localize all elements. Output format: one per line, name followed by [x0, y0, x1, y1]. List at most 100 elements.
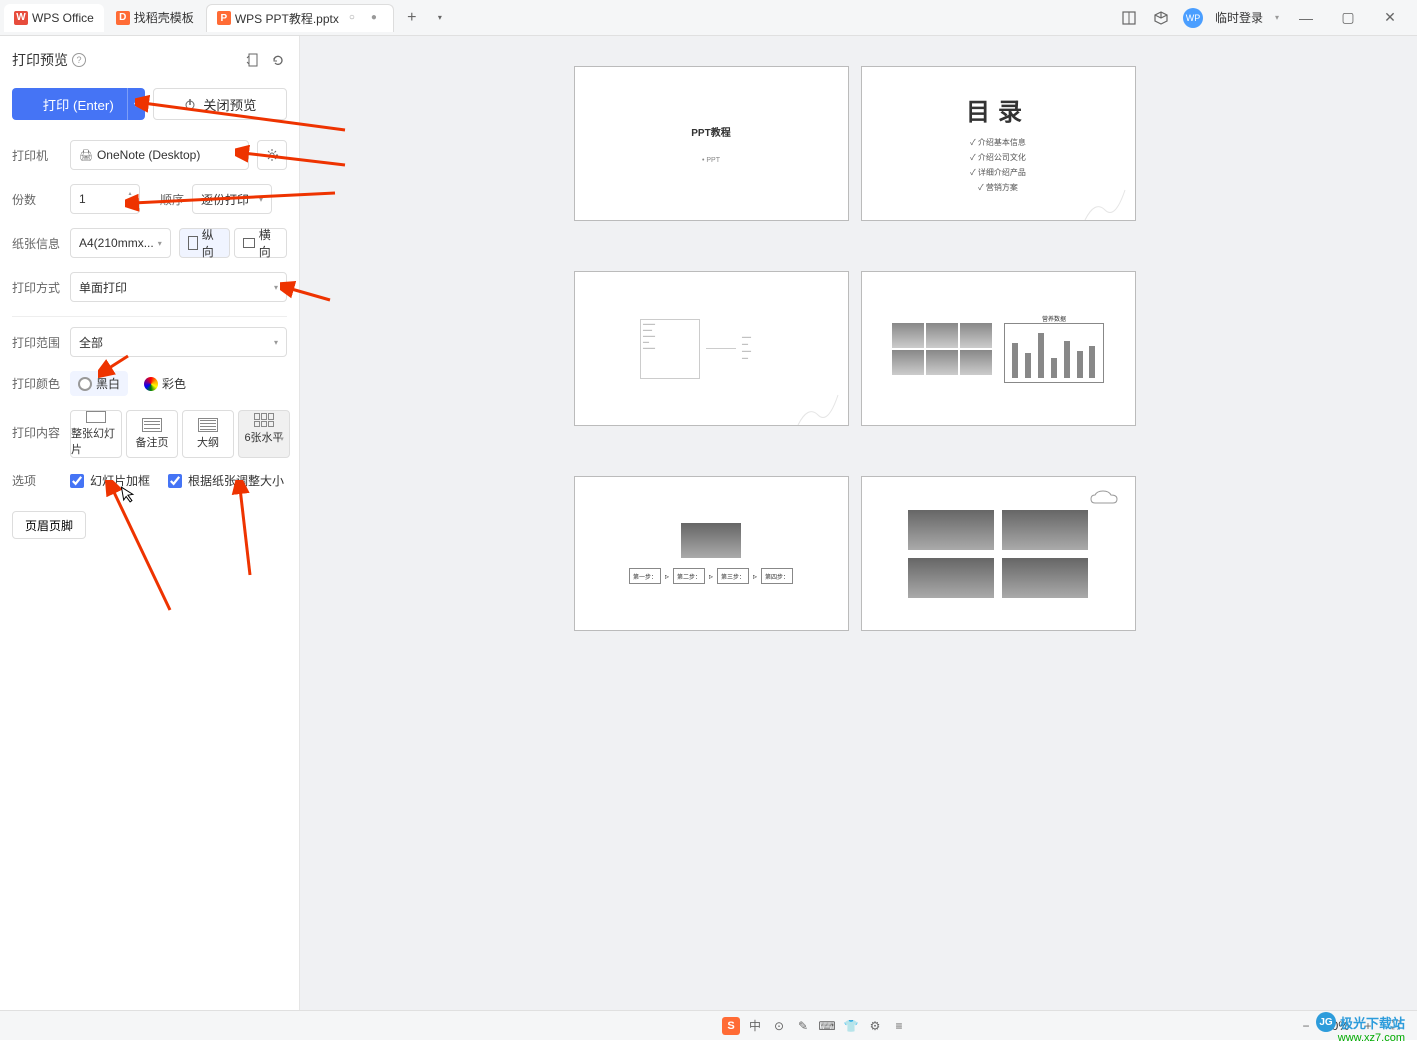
- tab-template[interactable]: D 找稻壳模板: [106, 4, 204, 32]
- chevron-down-icon: ▾: [236, 151, 240, 160]
- close-preview-button[interactable]: 关闭预览: [153, 88, 288, 120]
- image-grid: [908, 510, 1088, 598]
- slide-subtitle: • PPT: [702, 157, 720, 164]
- refresh-icon[interactable]: [269, 51, 287, 69]
- tab-wps-home[interactable]: W WPS Office: [4, 4, 104, 32]
- frame-slides-checkbox[interactable]: 幻灯片加框: [70, 472, 150, 489]
- preview-canvas[interactable]: PPT教程 • PPT 目录 ✓ 介绍基本信息 ✓ 介绍公司文化 ✓ 详细介绍产…: [300, 36, 1417, 1010]
- print-range-row: 打印范围 全部 ▾: [12, 327, 287, 357]
- slide-thumbnail-5: 第一步：▹ 第二步：▹ 第三步：▹ 第四步：: [574, 476, 849, 631]
- login-dropdown-icon[interactable]: ▾: [1275, 13, 1279, 22]
- fit-checkbox-input[interactable]: [168, 474, 182, 488]
- cube-icon[interactable]: [1151, 8, 1171, 28]
- page-row-3: 第一步：▹ 第二步：▹ 第三步：▹ 第四步：: [574, 476, 1144, 631]
- print-dropdown-icon[interactable]: ▾: [127, 88, 145, 120]
- ime-mode[interactable]: 中: [746, 1017, 764, 1035]
- bw-circle-icon: [78, 377, 92, 391]
- print-mode-select[interactable]: 单面打印 ▾: [70, 272, 287, 302]
- options-row: 选项 幻灯片加框 根据纸张调整大小: [12, 472, 287, 489]
- page-row-1: PPT教程 • PPT 目录 ✓ 介绍基本信息 ✓ 介绍公司文化 ✓ 详细介绍产…: [574, 66, 1144, 221]
- ppt-icon: P: [217, 11, 231, 25]
- help-icon[interactable]: ?: [72, 53, 86, 67]
- portrait-icon: [188, 236, 198, 250]
- paper-size-select[interactable]: A4(210mmx... ▾: [70, 228, 171, 258]
- copies-label: 份数: [12, 191, 62, 208]
- ime-icon-5[interactable]: ⚙: [866, 1017, 884, 1035]
- copies-up-button[interactable]: ▴: [123, 187, 137, 199]
- sogou-ime-icon[interactable]: S: [722, 1017, 740, 1035]
- copies-down-button[interactable]: ▾: [123, 199, 137, 211]
- order-value: 逐份打印: [201, 191, 255, 208]
- tab-current-file[interactable]: P WPS PPT教程.pptx ○ ●: [206, 4, 394, 32]
- toc-item: ✓ 详细介绍产品: [970, 167, 1026, 178]
- image-grid: [892, 323, 992, 375]
- frame-checkbox-input[interactable]: [70, 474, 84, 488]
- minimize-button[interactable]: —: [1291, 3, 1321, 33]
- copies-input[interactable]: 1 ▴ ▾: [70, 184, 140, 214]
- print-range-label: 打印范围: [12, 334, 62, 351]
- color-circle-icon: [144, 377, 158, 391]
- zoom-out-button[interactable]: −: [1297, 1017, 1315, 1035]
- content-notes[interactable]: 备注页: [126, 410, 178, 458]
- chart-title: 营养数据: [1004, 314, 1104, 323]
- ime-icon-4[interactable]: 👕: [842, 1017, 860, 1035]
- slide-thumbnail-3: ━━━━━━━━━━━━━━━━━ ━━━━━━━━━━: [574, 271, 849, 426]
- color-option[interactable]: 彩色: [136, 371, 194, 396]
- copies-row: 份数 1 ▴ ▾ 顺序 逐份打印 ▾: [12, 184, 287, 214]
- toc-item: ✓ 营销方案: [978, 182, 1018, 193]
- ime-icon-6[interactable]: ≡: [890, 1017, 908, 1035]
- outline-icon: [198, 418, 218, 432]
- print-button-label: 打印 (Enter): [43, 95, 114, 114]
- flow-step: 第三步：: [717, 568, 749, 584]
- tab-menu-button[interactable]: ▾: [428, 6, 452, 30]
- login-status[interactable]: 临时登录: [1215, 9, 1263, 26]
- watermark-name: 极光下载站: [1340, 1013, 1405, 1032]
- slide-thumbnail-4: 营养数据: [861, 271, 1136, 426]
- ime-icon-1[interactable]: ⊙: [770, 1017, 788, 1035]
- watermark: JG 极光下载站 www.xz7.com: [1316, 1012, 1405, 1032]
- print-content-row: 打印内容 整张幻灯片 备注页 大纲 6张水平▾: [12, 410, 287, 458]
- flow-step: 第二步：: [673, 568, 705, 584]
- print-button[interactable]: 打印 (Enter) ▾: [12, 88, 145, 120]
- order-select[interactable]: 逐份打印 ▾: [192, 184, 272, 214]
- content-6-horizontal[interactable]: 6张水平▾: [238, 410, 290, 458]
- landscape-button[interactable]: 横向: [234, 228, 287, 258]
- print-range-select[interactable]: 全部 ▾: [70, 327, 287, 357]
- print-range-value: 全部: [79, 334, 270, 351]
- ime-icon-3[interactable]: ⌨: [818, 1017, 836, 1035]
- page-setup-icon[interactable]: [243, 51, 261, 69]
- close-preview-label: 关闭预览: [203, 95, 256, 114]
- portrait-button[interactable]: 纵向: [179, 228, 230, 258]
- content-full-slide[interactable]: 整张幻灯片: [70, 410, 122, 458]
- close-button[interactable]: ✕: [1375, 3, 1405, 33]
- slide-thumbnail-1: PPT教程 • PPT: [574, 66, 849, 221]
- power-icon: [183, 97, 197, 111]
- printer-select[interactable]: 🖨 OneNote (Desktop) ▾: [70, 140, 249, 170]
- content-label: 大纲: [197, 434, 219, 450]
- slide-image: [681, 523, 741, 558]
- decoration-icon: [788, 385, 848, 425]
- bar-chart: [1004, 323, 1104, 383]
- content-label: 备注页: [136, 434, 169, 450]
- tab-modified-indicator: ○: [349, 12, 361, 24]
- notes-icon: [142, 418, 162, 432]
- print-color-label: 打印颜色: [12, 375, 62, 392]
- content-outline[interactable]: 大纲: [182, 410, 234, 458]
- bw-option[interactable]: 黑白: [70, 371, 128, 396]
- options-label: 选项: [12, 472, 62, 489]
- slide-title: PPT教程: [691, 124, 730, 139]
- tab-close-indicator[interactable]: ●: [371, 12, 383, 24]
- copies-value: 1: [79, 192, 86, 206]
- ime-icon-2[interactable]: ✎: [794, 1017, 812, 1035]
- main-area: 打印预览 ? 打印 (Enter) ▾ 关闭预览 打印机 🖨 OneNote (…: [0, 36, 1417, 1010]
- printer-settings-button[interactable]: [257, 140, 287, 170]
- print-mode-row: 打印方式 单面打印 ▾: [12, 272, 287, 302]
- layout-icon[interactable]: [1119, 8, 1139, 28]
- new-tab-button[interactable]: +: [400, 6, 424, 30]
- maximize-button[interactable]: ▢: [1333, 3, 1363, 33]
- arrow-icon: ▹: [665, 572, 669, 581]
- fit-paper-checkbox[interactable]: 根据纸张调整大小: [168, 472, 284, 489]
- avatar[interactable]: WP: [1183, 8, 1203, 28]
- pages-wrap: PPT教程 • PPT 目录 ✓ 介绍基本信息 ✓ 介绍公司文化 ✓ 详细介绍产…: [574, 66, 1144, 980]
- header-footer-button[interactable]: 页眉页脚: [12, 511, 86, 539]
